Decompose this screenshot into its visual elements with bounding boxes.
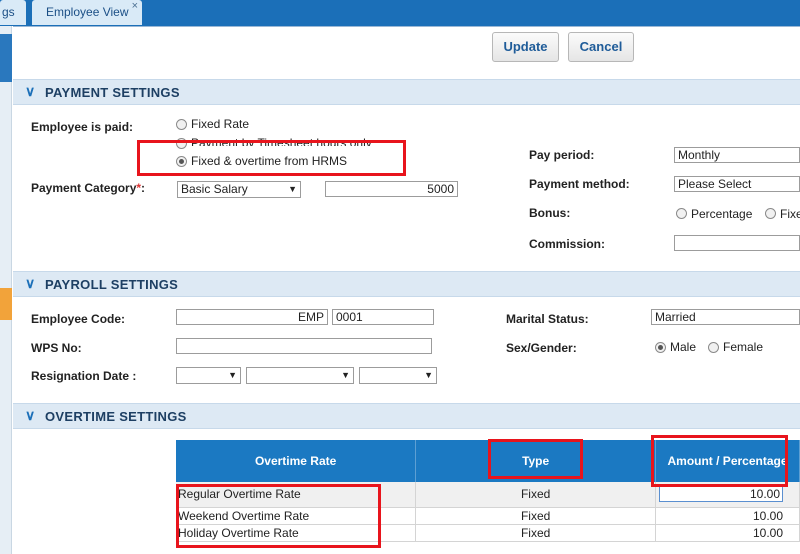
tab-settings[interactable]: gs — [0, 0, 26, 25]
cancel-button[interactable]: Cancel — [568, 32, 634, 62]
resignation-month-select[interactable]: ▼ — [246, 367, 354, 384]
close-icon[interactable]: × — [132, 0, 138, 19]
employee-code-label: Employee Code: — [31, 312, 126, 326]
commission-label: Commission: — [529, 237, 606, 251]
marital-status-label: Marital Status: — [506, 312, 589, 326]
tab-settings-label: gs — [2, 5, 15, 19]
tab-employee-view[interactable]: Employee View × — [32, 0, 142, 25]
payment-category-label: Payment Category*: — [31, 181, 146, 195]
chevron-down-icon: ∨ — [25, 83, 36, 99]
type-cell: Fixed — [415, 507, 656, 525]
resignation-day-select[interactable]: ▼ — [176, 367, 241, 384]
radio-male-label: Male — [670, 340, 697, 354]
marital-status-select[interactable]: Married — [651, 309, 800, 325]
payment-method-label: Payment method: — [529, 177, 630, 191]
type-cell: Fixed — [415, 482, 656, 508]
section-title: PAYROLL SETTINGS — [45, 277, 179, 292]
radio-bonus-percentage[interactable] — [676, 208, 687, 219]
section-title: OVERTIME SETTINGS — [45, 409, 187, 424]
amount-input[interactable]: 5000 — [325, 181, 458, 197]
tab-employee-view-label: Employee View — [46, 5, 129, 19]
tab-bar: gs Employee View × — [0, 0, 800, 26]
side-strip-marker — [0, 288, 12, 320]
section-title: PAYMENT SETTINGS — [45, 85, 180, 100]
update-button[interactable]: Update — [492, 32, 559, 62]
side-strip — [0, 26, 12, 554]
amount-input[interactable]: 10.00 — [659, 486, 783, 503]
overtime-settings-header[interactable]: ∨ OVERTIME SETTINGS — [13, 403, 800, 429]
highlight-box — [651, 435, 788, 487]
resignation-year-select[interactable]: ▼ — [359, 367, 437, 384]
payment-settings-header[interactable]: ∨ PAYMENT SETTINGS — [13, 79, 800, 105]
chevron-down-icon: ∨ — [25, 275, 36, 291]
payment-method-select[interactable]: Please Select — [674, 176, 800, 192]
chevron-down-icon: ∨ — [25, 407, 36, 423]
wps-label: WPS No: — [31, 341, 82, 355]
payment-category-select[interactable]: Basic Salary ▼ — [177, 181, 301, 198]
employee-code-prefix[interactable]: EMP — [176, 309, 328, 325]
chevron-down-icon: ▼ — [228, 370, 237, 380]
radio-bonus-fixed-label: Fixe — [780, 207, 800, 221]
commission-input[interactable] — [674, 235, 800, 251]
chevron-down-icon: ▼ — [288, 184, 297, 194]
chevron-down-icon: ▼ — [424, 370, 433, 380]
employee-paid-label: Employee is paid: — [31, 120, 134, 134]
radio-male[interactable] — [655, 342, 666, 353]
highlight-box — [176, 484, 381, 548]
radio-bonus-percentage-label: Percentage — [691, 207, 753, 221]
radio-fixed-rate[interactable] — [176, 119, 187, 130]
radio-female[interactable] — [708, 342, 719, 353]
side-strip-accent — [0, 34, 12, 82]
radio-fixed-rate-label: Fixed Rate — [191, 117, 250, 131]
bonus-label: Bonus: — [529, 206, 571, 220]
wps-input[interactable] — [176, 338, 432, 354]
payroll-settings-header[interactable]: ∨ PAYROLL SETTINGS — [13, 271, 800, 297]
chevron-down-icon: ▼ — [341, 370, 350, 380]
radio-bonus-fixed[interactable] — [765, 208, 776, 219]
resignation-date-label: Resignation Date : — [31, 369, 137, 383]
employee-code-number[interactable]: 0001 — [332, 309, 434, 325]
type-cell: Fixed — [415, 524, 656, 542]
amount-cell[interactable]: 10.00 — [655, 507, 800, 525]
pay-period-select[interactable]: Monthly — [674, 147, 800, 163]
highlight-box — [488, 439, 583, 479]
column-header: Overtime Rate — [176, 440, 417, 482]
radio-female-label: Female — [723, 340, 764, 354]
amount-cell[interactable]: 10.00 — [655, 524, 800, 542]
highlight-box — [137, 140, 406, 176]
employee-form: Update Cancel ∨ PAYMENT SETTINGS Employe… — [13, 26, 800, 554]
pay-period-label: Pay period: — [529, 148, 595, 162]
gender-label: Sex/Gender: — [506, 341, 577, 355]
